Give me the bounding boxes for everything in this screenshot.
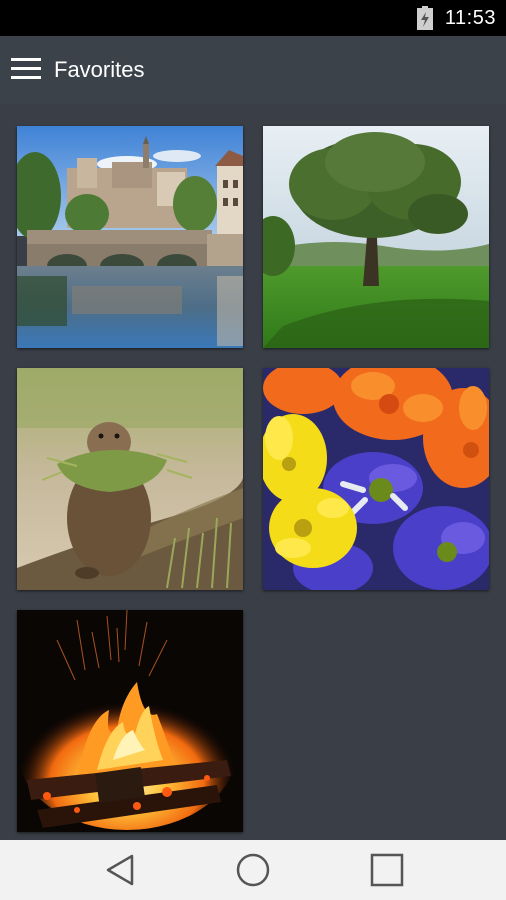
status-time: 11:53 bbox=[444, 7, 496, 29]
photo-tile-river-town[interactable] bbox=[17, 126, 243, 348]
gopher-image bbox=[17, 368, 243, 590]
photo-tile-daisies[interactable] bbox=[263, 368, 489, 590]
battery-charging-icon bbox=[417, 6, 433, 30]
navigation-bar bbox=[0, 840, 506, 900]
status-bar: 11:53 bbox=[0, 0, 506, 36]
hamburger-menu-icon[interactable] bbox=[6, 52, 46, 88]
page-title: Favorites bbox=[54, 57, 145, 82]
recents-square-icon[interactable] bbox=[362, 850, 412, 890]
home-circle-icon[interactable] bbox=[228, 850, 278, 890]
photo-tile-campfire[interactable] bbox=[17, 610, 243, 832]
back-triangle-icon[interactable] bbox=[96, 850, 146, 890]
photo-tile-tree-meadow[interactable] bbox=[263, 126, 489, 348]
campfire-image bbox=[17, 610, 243, 832]
river-town-image bbox=[17, 126, 243, 348]
tree-meadow-image bbox=[263, 126, 489, 348]
app-bar: Favorites bbox=[0, 36, 506, 104]
daisies-image bbox=[263, 368, 489, 590]
favorites-grid bbox=[0, 104, 506, 840]
photo-tile-gopher[interactable] bbox=[17, 368, 243, 590]
